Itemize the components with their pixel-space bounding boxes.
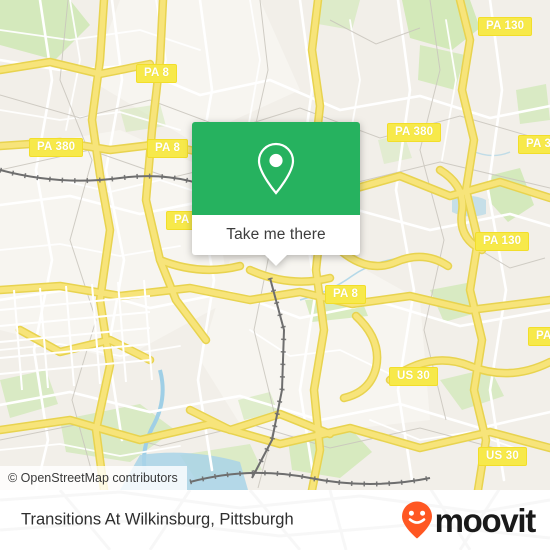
road-shield: US 30: [389, 367, 438, 386]
map-screenshot: PA 130 PA 8 PA 380 PA 380 PA 380 PA 8 PA…: [0, 0, 550, 550]
moovit-wordmark: moovit: [434, 501, 537, 539]
place-title: Transitions At Wilkinsburg, Pittsburgh: [21, 510, 294, 529]
popup-tail: [265, 255, 287, 266]
road-shield: PA 380: [387, 123, 442, 142]
road-shield: PA 380: [29, 138, 84, 157]
location-popup-card[interactable]: Take me there: [192, 122, 360, 266]
popup-action-bar[interactable]: Take me there: [192, 215, 360, 255]
popup-header: [192, 122, 360, 215]
road-shield: PA 130: [478, 17, 533, 36]
road-shield: PA 8: [136, 64, 178, 83]
road-shield: PA 130: [475, 232, 530, 251]
moovit-logo[interactable]: moovit: [400, 500, 537, 540]
map-attribution[interactable]: © OpenStreetMap contributors: [0, 466, 187, 490]
road-shield: PA: [528, 327, 550, 346]
moovit-smiley-pin-icon: [401, 501, 432, 539]
road-shield: PA 8: [325, 285, 367, 304]
road-shield: PA 8: [147, 139, 189, 158]
attribution-text: © OpenStreetMap contributors: [8, 471, 178, 485]
road-shield: US 30: [478, 447, 527, 466]
map-canvas[interactable]: PA 130 PA 8 PA 380 PA 380 PA 380 PA 8 PA…: [0, 0, 550, 490]
road-shield: PA 380: [518, 135, 550, 154]
map-pin-icon: [257, 142, 295, 195]
footer-bar: Transitions At Wilkinsburg, Pittsburgh m…: [0, 490, 550, 550]
take-me-there-label: Take me there: [226, 226, 326, 243]
